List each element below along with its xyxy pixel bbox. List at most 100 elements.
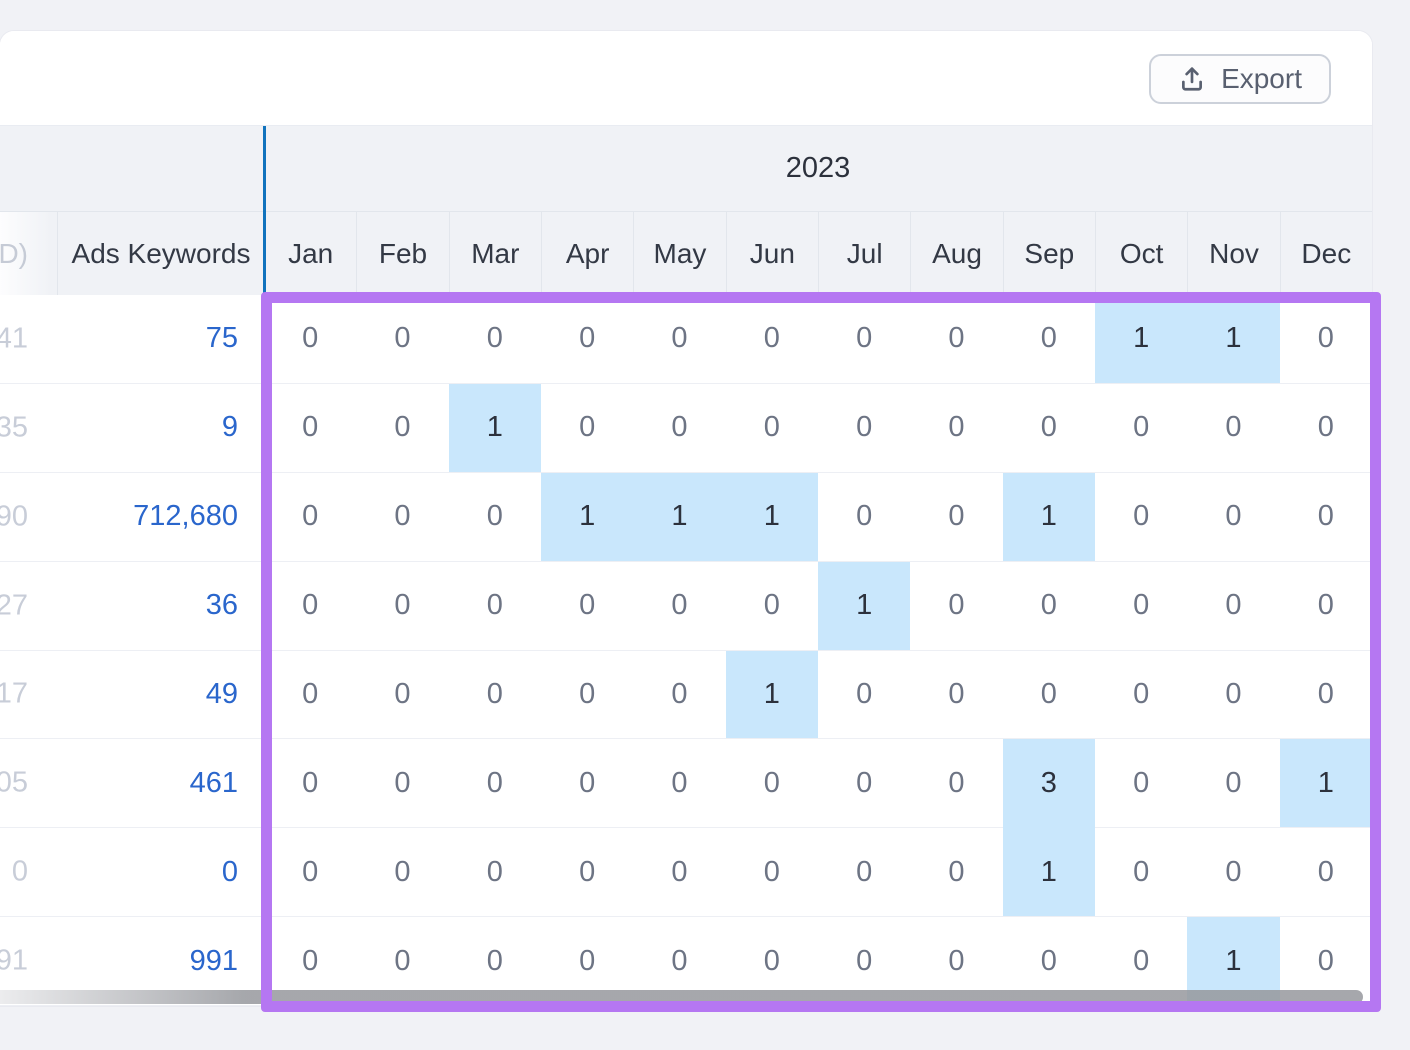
month-value-cell-mar: 0 — [449, 828, 541, 917]
ads-keywords-value-link[interactable]: 36 — [57, 562, 264, 651]
month-value-cell-sep: 0 — [1003, 562, 1095, 651]
month-value-cell-aug: 0 — [910, 562, 1002, 651]
horizontal-scrollbar-thumb[interactable] — [0, 990, 1363, 1004]
month-value-cell-feb: 0 — [356, 295, 448, 384]
table-row: 359001000000000 — [0, 384, 1372, 473]
month-value-cell-sep: 0 — [1003, 651, 1095, 740]
month-value-cell-feb: 0 — [356, 384, 448, 473]
month-value-cell-jul: 0 — [818, 384, 910, 473]
month-value-cell-aug: 0 — [910, 473, 1002, 562]
month-value-cell-jun: 0 — [726, 384, 818, 473]
month-value-cell-jan: 0 — [264, 295, 356, 384]
month-value-cell-mar: 0 — [449, 651, 541, 740]
month-value-cell-may: 0 — [633, 651, 725, 740]
month-value-cell-sep: 0 — [1003, 295, 1095, 384]
month-value-cell-may: 0 — [633, 295, 725, 384]
month-value-cell-may: 0 — [633, 562, 725, 651]
month-value-cell-jun: 1 — [726, 651, 818, 740]
month-value-cell-nov: 0 — [1187, 562, 1279, 651]
ads-keywords-value-link[interactable]: 9 — [57, 384, 264, 473]
month-value-cell-mar: 0 — [449, 562, 541, 651]
month-value-cell-aug: 0 — [910, 651, 1002, 740]
month-value-cell-jun: 0 — [726, 295, 818, 384]
month-value-cell-apr: 0 — [541, 739, 633, 828]
month-header-nov: Nov — [1187, 212, 1279, 295]
month-value-cell-feb: 0 — [356, 739, 448, 828]
month-value-cell-oct: 0 — [1095, 739, 1187, 828]
month-value-cell-apr: 1 — [541, 473, 633, 562]
export-button-label: Export — [1221, 63, 1302, 95]
month-value-cell-nov: 1 — [1187, 295, 1279, 384]
month-value-cell-jun: 0 — [726, 739, 818, 828]
ads-keywords-value-link[interactable]: 712,680 — [57, 473, 264, 562]
month-value-cell-jul: 0 — [818, 828, 910, 917]
month-value-cell-jan: 0 — [264, 828, 356, 917]
month-value-cell-aug: 0 — [910, 739, 1002, 828]
month-value-cell-oct: 0 — [1095, 651, 1187, 740]
table-body: 417500000000011035900100000000090712,680… — [0, 295, 1372, 1006]
left-column-partial-value: 05 — [0, 739, 57, 828]
table-header: 2023 D) Ads Keywords JanFebMarAprMayJunJ… — [0, 126, 1372, 295]
ads-keywords-value-link[interactable]: 75 — [57, 295, 264, 384]
month-header-aug: Aug — [910, 212, 1002, 295]
month-value-cell-may: 0 — [633, 384, 725, 473]
month-value-cell-apr: 0 — [541, 651, 633, 740]
month-header-row: D) Ads Keywords JanFebMarAprMayJunJulAug… — [0, 211, 1372, 295]
month-value-cell-jan: 0 — [264, 473, 356, 562]
month-header-mar: Mar — [449, 212, 541, 295]
month-value-cell-sep: 0 — [1003, 384, 1095, 473]
month-value-cell-mar: 1 — [449, 384, 541, 473]
month-value-cell-nov: 0 — [1187, 384, 1279, 473]
month-value-cell-jun: 0 — [726, 562, 818, 651]
month-value-cell-oct: 0 — [1095, 384, 1187, 473]
left-column-partial-value: 27 — [0, 562, 57, 651]
month-value-cell-apr: 0 — [541, 828, 633, 917]
month-value-cell-dec: 1 — [1280, 739, 1372, 828]
month-value-cell-jul: 1 — [818, 562, 910, 651]
table-row: 05461000000003001 — [0, 739, 1372, 828]
month-header-feb: Feb — [356, 212, 448, 295]
month-value-cell-dec: 0 — [1280, 651, 1372, 740]
ads-keywords-value-link[interactable]: 0 — [57, 828, 264, 917]
left-column-partial-value: 0 — [0, 828, 57, 917]
ads-keywords-value-link[interactable]: 461 — [57, 739, 264, 828]
month-value-cell-may: 1 — [633, 473, 725, 562]
month-value-cell-feb: 0 — [356, 828, 448, 917]
year-header: 2023 — [264, 126, 1372, 211]
month-value-cell-dec: 0 — [1280, 473, 1372, 562]
month-value-cell-aug: 0 — [910, 295, 1002, 384]
table-row: 90712,680000111001000 — [0, 473, 1372, 562]
month-value-cell-apr: 0 — [541, 295, 633, 384]
month-value-cell-nov: 0 — [1187, 739, 1279, 828]
month-value-cell-jun: 1 — [726, 473, 818, 562]
ads-keywords-header: Ads Keywords — [57, 212, 264, 295]
month-value-cell-nov: 0 — [1187, 828, 1279, 917]
month-value-cell-nov: 0 — [1187, 473, 1279, 562]
month-value-cell-jan: 0 — [264, 651, 356, 740]
month-value-cell-mar: 0 — [449, 473, 541, 562]
month-value-cell-oct: 1 — [1095, 295, 1187, 384]
month-header-dec: Dec — [1280, 212, 1372, 295]
left-column-header-partial: D) — [0, 212, 57, 295]
month-value-cell-may: 0 — [633, 828, 725, 917]
month-value-cell-oct: 0 — [1095, 473, 1187, 562]
month-value-cell-oct: 0 — [1095, 562, 1187, 651]
month-header-jun: Jun — [726, 212, 818, 295]
month-value-cell-feb: 0 — [356, 651, 448, 740]
month-value-cell-jan: 0 — [264, 739, 356, 828]
ads-keywords-value-link[interactable]: 49 — [57, 651, 264, 740]
month-header-jan: Jan — [264, 212, 356, 295]
month-header-sep: Sep — [1003, 212, 1095, 295]
table-row: 1749000001000000 — [0, 651, 1372, 740]
month-value-cell-jul: 0 — [818, 473, 910, 562]
table-row: 00000000001000 — [0, 828, 1372, 917]
month-header-jul: Jul — [818, 212, 910, 295]
export-button[interactable]: Export — [1149, 54, 1331, 104]
month-value-cell-jul: 0 — [818, 739, 910, 828]
table-row: 2736000000100000 — [0, 562, 1372, 651]
month-value-cell-sep: 3 — [1003, 739, 1095, 828]
month-value-cell-sep: 1 — [1003, 473, 1095, 562]
month-value-cell-aug: 0 — [910, 828, 1002, 917]
month-value-cell-dec: 0 — [1280, 562, 1372, 651]
month-header-may: May — [633, 212, 725, 295]
